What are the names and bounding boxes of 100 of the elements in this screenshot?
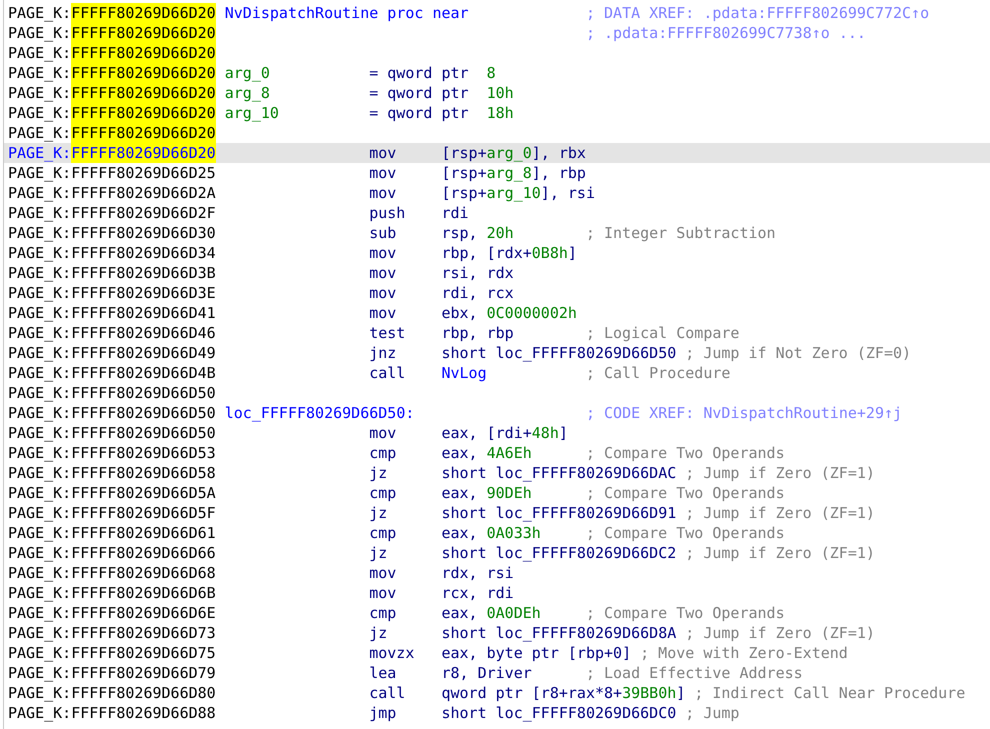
comment-text: ; Compare Two Operands <box>586 523 785 543</box>
address-text: FFFFF80269D66D50 <box>71 383 216 403</box>
operand-text: rdi <box>441 203 470 223</box>
mnemonic-text: test <box>369 323 406 343</box>
mnemonic-text: mov <box>369 183 398 203</box>
mnemonic-text: jz <box>369 503 388 523</box>
address-text: FFFFF80269D66D68 <box>71 563 216 583</box>
segment-prefix: PAGE_K: <box>8 283 72 303</box>
address-text: FFFFF80269D66D20 <box>71 3 216 23</box>
segment-prefix: PAGE_K: <box>8 143 72 163</box>
operand-text: r8, Driver <box>441 663 533 683</box>
address-text: FFFFF80269D66D34 <box>71 243 216 263</box>
address-text: FFFFF80269D66D20 <box>71 43 216 63</box>
comment-text: ; Jump if Zero (ZF=1) <box>685 503 875 523</box>
segment-prefix: PAGE_K: <box>8 383 72 403</box>
address-text: FFFFF80269D66D30 <box>71 223 216 243</box>
mnemonic-text: jz <box>369 543 388 563</box>
segment-prefix: PAGE_K: <box>8 203 72 223</box>
operand-text: qword ptr 10h <box>387 83 515 103</box>
address-text: FFFFF80269D66D46 <box>71 323 216 343</box>
address-text: FFFFF80269D66D6B <box>71 583 216 603</box>
mnemonic-text: mov <box>369 163 398 183</box>
comment-text: ; Call Procedure <box>586 363 730 383</box>
operand-text: qword ptr 8 <box>387 63 497 83</box>
comment-text: ; Jump <box>685 703 740 723</box>
mnemonic-text: call <box>369 683 406 703</box>
mnemonic-text: = <box>369 103 380 123</box>
address-text: FFFFF80269D66D25 <box>71 163 216 183</box>
segment-prefix: PAGE_K: <box>8 243 72 263</box>
operand-text: eax, byte ptr [rbp+0] <box>441 643 632 663</box>
address-text: FFFFF80269D66D20 <box>71 63 216 83</box>
address-text: FFFFF80269D66D20 <box>71 103 216 123</box>
segment-prefix: PAGE_K: <box>8 643 72 663</box>
address-text: FFFFF80269D66D79 <box>71 663 216 683</box>
segment-prefix: PAGE_K: <box>8 83 72 103</box>
operand-text: short loc_FFFFF80269D66D8A <box>441 623 676 643</box>
address-text: FFFFF80269D66D75 <box>71 643 216 663</box>
segment-prefix: PAGE_K: <box>8 263 72 283</box>
comment-text: ; Compare Two Operands <box>586 603 785 623</box>
operand-text: eax, 0A0DEh <box>441 603 542 623</box>
mnemonic-text: cmp <box>369 603 398 623</box>
mnemonic-text: mov <box>369 423 398 443</box>
operand-text: rdx, rsi <box>441 563 515 583</box>
operand-text: short loc_FFFFF80269D66DC0 <box>441 703 676 723</box>
address-text: FFFFF80269D66D53 <box>71 443 216 463</box>
operand-text: eax, 4A6Eh <box>441 443 533 463</box>
operand-text: ebx, 0C0000002h <box>441 303 577 323</box>
operand-text: short loc_FFFFF80269D66D91 <box>441 503 676 523</box>
operand-text: [rsp+arg_8], rbp <box>441 163 586 183</box>
address-text: FFFFF80269D66D20 <box>71 83 216 103</box>
comment-text: ; .pdata:FFFFF802699C7738↑o ... <box>586 23 866 43</box>
mnemonic-text: jnz <box>369 343 398 363</box>
operand-text: qword ptr 18h <box>387 103 515 123</box>
address-text: FFFFF80269D66D20 <box>71 23 216 43</box>
segment-prefix: PAGE_K: <box>8 423 72 443</box>
label-text: arg_0 <box>224 63 271 83</box>
segment-prefix: PAGE_K: <box>8 543 72 563</box>
comment-text: ; Jump if Zero (ZF=1) <box>685 463 875 483</box>
segment-prefix: PAGE_K: <box>8 523 72 543</box>
operand-text: eax, [rdi+48h] <box>441 423 569 443</box>
mnemonic-text: mov <box>369 263 398 283</box>
operand-text: rbp, rbp <box>441 323 515 343</box>
segment-prefix: PAGE_K: <box>8 43 72 63</box>
mnemonic-text: mov <box>369 583 398 603</box>
operand-text: rbp, [rdx+0B8h] <box>441 243 577 263</box>
address-text: FFFFF80269D66D3E <box>71 283 216 303</box>
segment-prefix: PAGE_K: <box>8 483 72 503</box>
segment-prefix: PAGE_K: <box>8 363 72 383</box>
mnemonic-text: mov <box>369 143 398 163</box>
comment-text: ; Move with Zero-Extend <box>640 643 848 663</box>
operand-text: rsp, 20h <box>441 223 515 243</box>
address-text: FFFFF80269D66D73 <box>71 623 216 643</box>
segment-prefix: PAGE_K: <box>8 323 72 343</box>
mnemonic-text: = <box>369 63 380 83</box>
segment-prefix: PAGE_K: <box>8 463 72 483</box>
mnemonic-text: = <box>369 83 380 103</box>
mnemonic-text: jmp <box>369 703 398 723</box>
comment-text: ; Jump if Zero (ZF=1) <box>685 543 875 563</box>
address-text: FFFFF80269D66D5F <box>71 503 216 523</box>
operand-text: rcx, rdi <box>441 583 515 603</box>
mnemonic-text: movzx <box>369 643 416 663</box>
segment-prefix: PAGE_K: <box>8 443 72 463</box>
mnemonic-text: mov <box>369 563 398 583</box>
address-text: FFFFF80269D66D50 <box>71 403 216 423</box>
label-text: NvDispatchRoutine proc near <box>224 3 470 23</box>
segment-prefix: PAGE_K: <box>8 223 72 243</box>
segment-prefix: PAGE_K: <box>8 3 72 23</box>
comment-text: ; Compare Two Operands <box>586 483 785 503</box>
comment-text: ; Integer Subtraction <box>586 223 776 243</box>
comment-text: ; Logical Compare <box>586 323 740 343</box>
segment-prefix: PAGE_K: <box>8 663 72 683</box>
label-text: loc_FFFFF80269D66D50: <box>224 403 416 423</box>
label-text: arg_10 <box>224 103 280 123</box>
address-text: FFFFF80269D66D2F <box>71 203 216 223</box>
segment-prefix: PAGE_K: <box>8 103 72 123</box>
address-text: FFFFF80269D66D58 <box>71 463 216 483</box>
mnemonic-text: mov <box>369 303 398 323</box>
address-text: FFFFF80269D66D88 <box>71 703 216 723</box>
address-text: FFFFF80269D66D49 <box>71 343 216 363</box>
operand-text: [rsp+arg_10], rsi <box>441 183 595 203</box>
